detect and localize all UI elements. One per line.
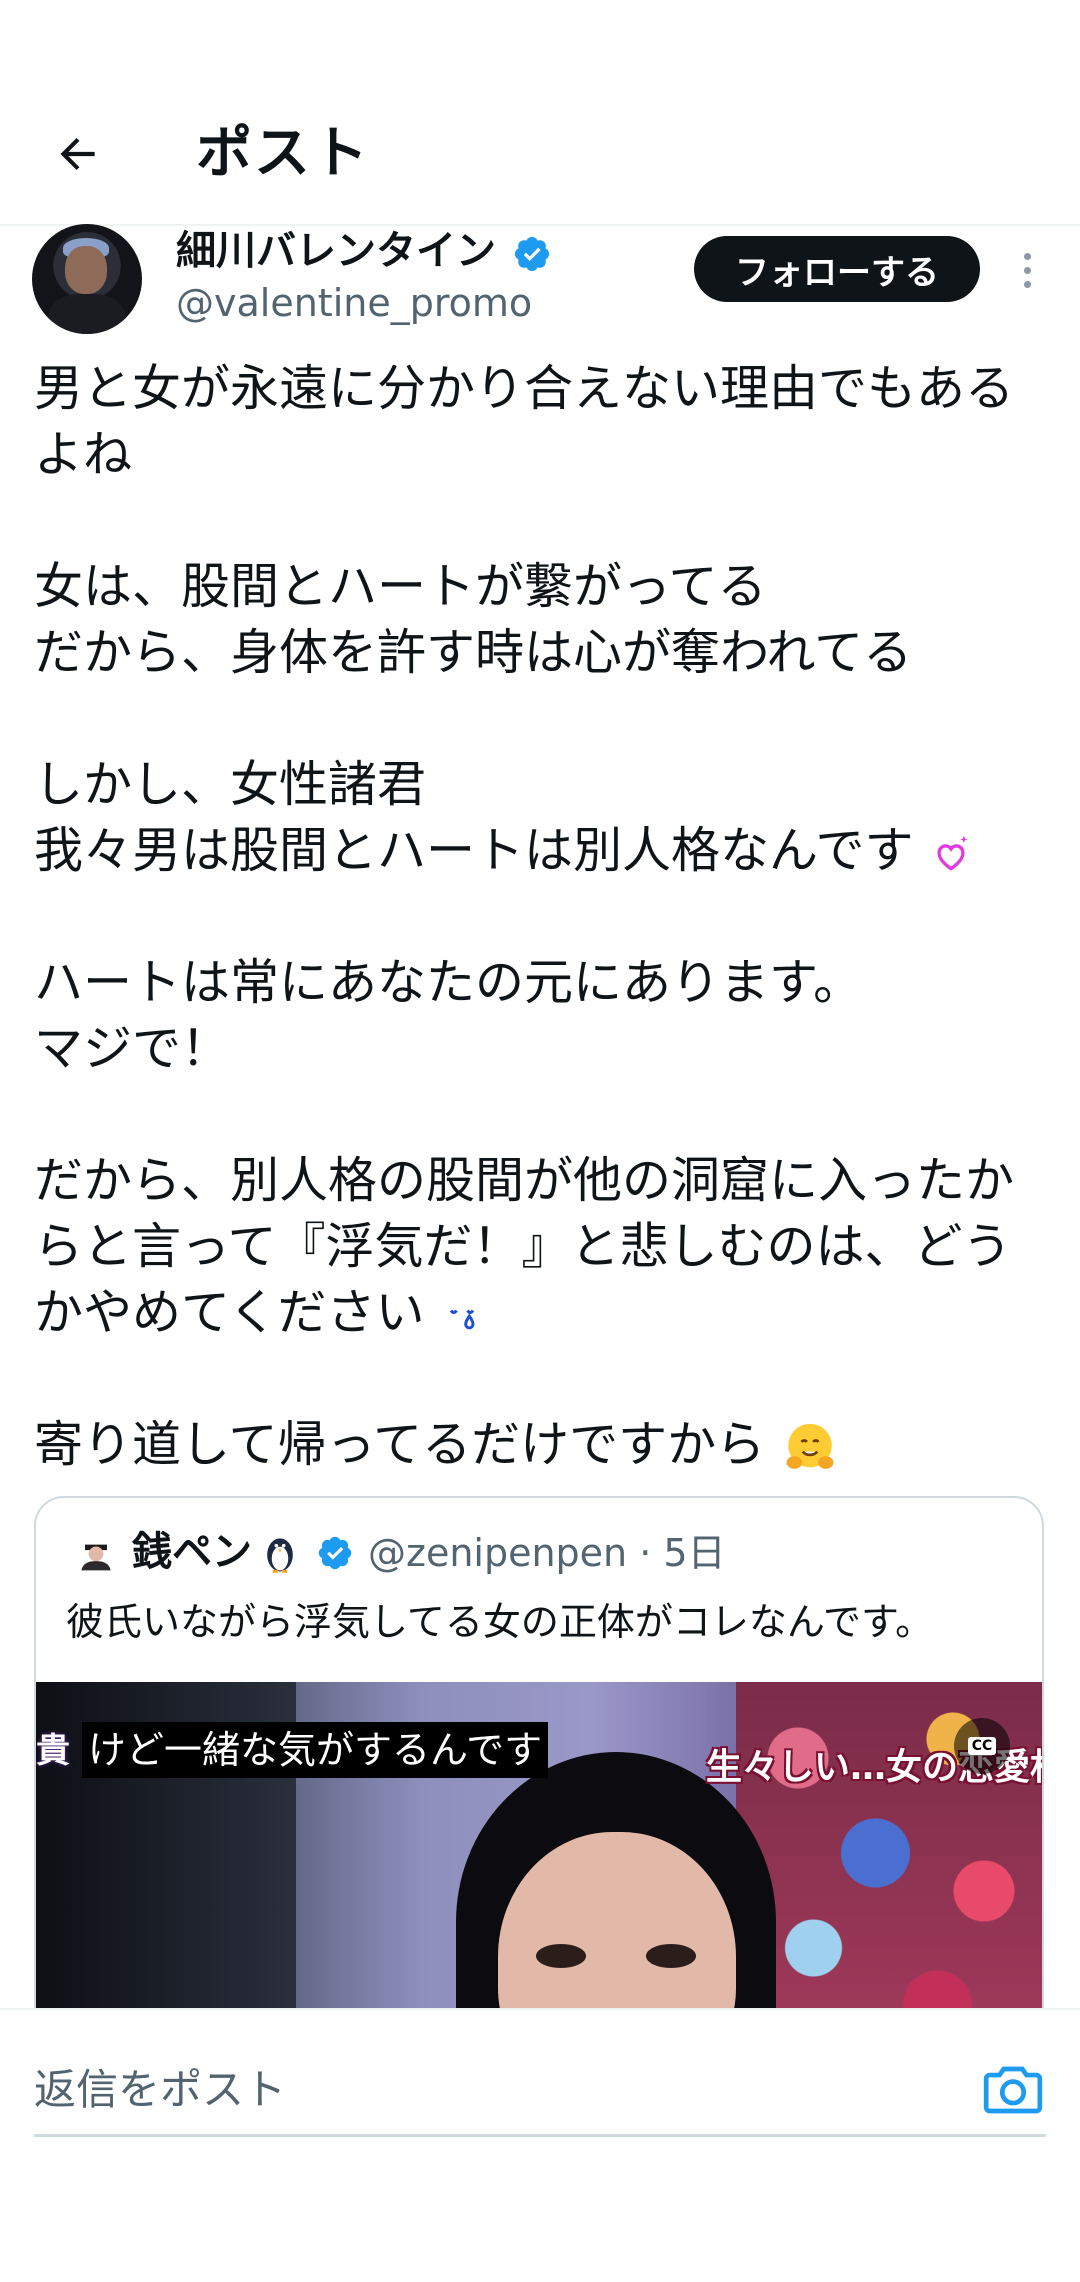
tweet-line: しかし、女性諸君 [34, 756, 427, 813]
follow-button[interactable]: フォローする [694, 236, 980, 302]
tweet-line: 女は、股間とハートが繋がってる [34, 558, 767, 615]
quoted-handle: @zenipenpen [368, 1531, 628, 1575]
tweet-line: ハートは常にあなたの元にあります。 [34, 954, 863, 1011]
reply-underline [34, 2134, 1046, 2137]
quoted-text: 彼氏いながら浮気してる女の正体がコレなんです。 [66, 1600, 934, 1644]
quoted-handle-and-time: @zenipenpen · 5日 [368, 1526, 726, 1580]
tweet-line: だから、身体を許す時は心が奪われてる [34, 624, 913, 681]
camera-icon[interactable] [982, 2062, 1044, 2118]
tweet-line: 男と女が永遠に分かり合えない理由でもある [34, 360, 1015, 417]
tweet-line: よね [34, 426, 133, 483]
tweet-line-with-emoji: かやめてください [34, 1280, 1050, 1346]
sparkling-heart-icon [937, 835, 968, 871]
verified-badge-icon [318, 1536, 352, 1570]
reply-input[interactable]: 返信をポスト [34, 2060, 286, 2120]
tweet-line-with-emoji: 寄り道して帰ってるだけですから [34, 1412, 1050, 1478]
header-divider [0, 224, 1080, 226]
tweet-line-with-emoji: 我々男は股間とハートは別人格なんです [34, 818, 1050, 884]
arrow-left-icon [60, 137, 95, 171]
author-avatar[interactable] [32, 224, 142, 334]
reply-composer-bar: 返信をポスト [0, 2008, 1080, 2282]
quoted-video[interactable]: 貴 けど一緒な気がするんです 生々しい…女の恋愛相談 CC [36, 1682, 1042, 2054]
back-button[interactable] [38, 114, 118, 194]
video-subtitle: けど一緒な気がするんです [82, 1722, 549, 1778]
author-name[interactable]: 細川バレンタイン [176, 222, 496, 280]
closed-captions-icon[interactable]: CC [954, 1718, 1010, 1774]
sweat-drops-icon [449, 1309, 475, 1329]
top-app-bar: ポスト [0, 70, 1080, 224]
hugging-face-icon [786, 1423, 834, 1469]
quoted-author-name: 銭ペン [132, 1529, 252, 1575]
quoted-avatar [74, 1530, 118, 1574]
penguin-icon [267, 1538, 293, 1573]
tweet-line: らと言って『浮気だ！』と悲しむのは、どう [34, 1218, 1012, 1275]
verified-badge-icon [514, 236, 550, 272]
quoted-post-card[interactable]: 銭ペン @zenipenpen · 5日 彼氏いながら浮気してる女の正体がコレな… [34, 1496, 1044, 2056]
more-options-icon[interactable] [1012, 240, 1042, 300]
page-title: ポスト [196, 121, 370, 186]
quoted-time: · 5日 [639, 1531, 726, 1575]
tweet-line: だから、別人格の股間が他の洞窟に入ったか [34, 1152, 1015, 1209]
tweet-line: マジで！ [34, 1020, 231, 1077]
status-bar [0, 0, 1080, 70]
video-edge-caption: 貴 [36, 1731, 70, 1771]
tweet-text: 男と女が永遠に分かり合えない理由でもある よね 女は、股間とハートが繋がってる … [34, 356, 1050, 1478]
author-handle[interactable]: @valentine_promo [176, 276, 532, 330]
